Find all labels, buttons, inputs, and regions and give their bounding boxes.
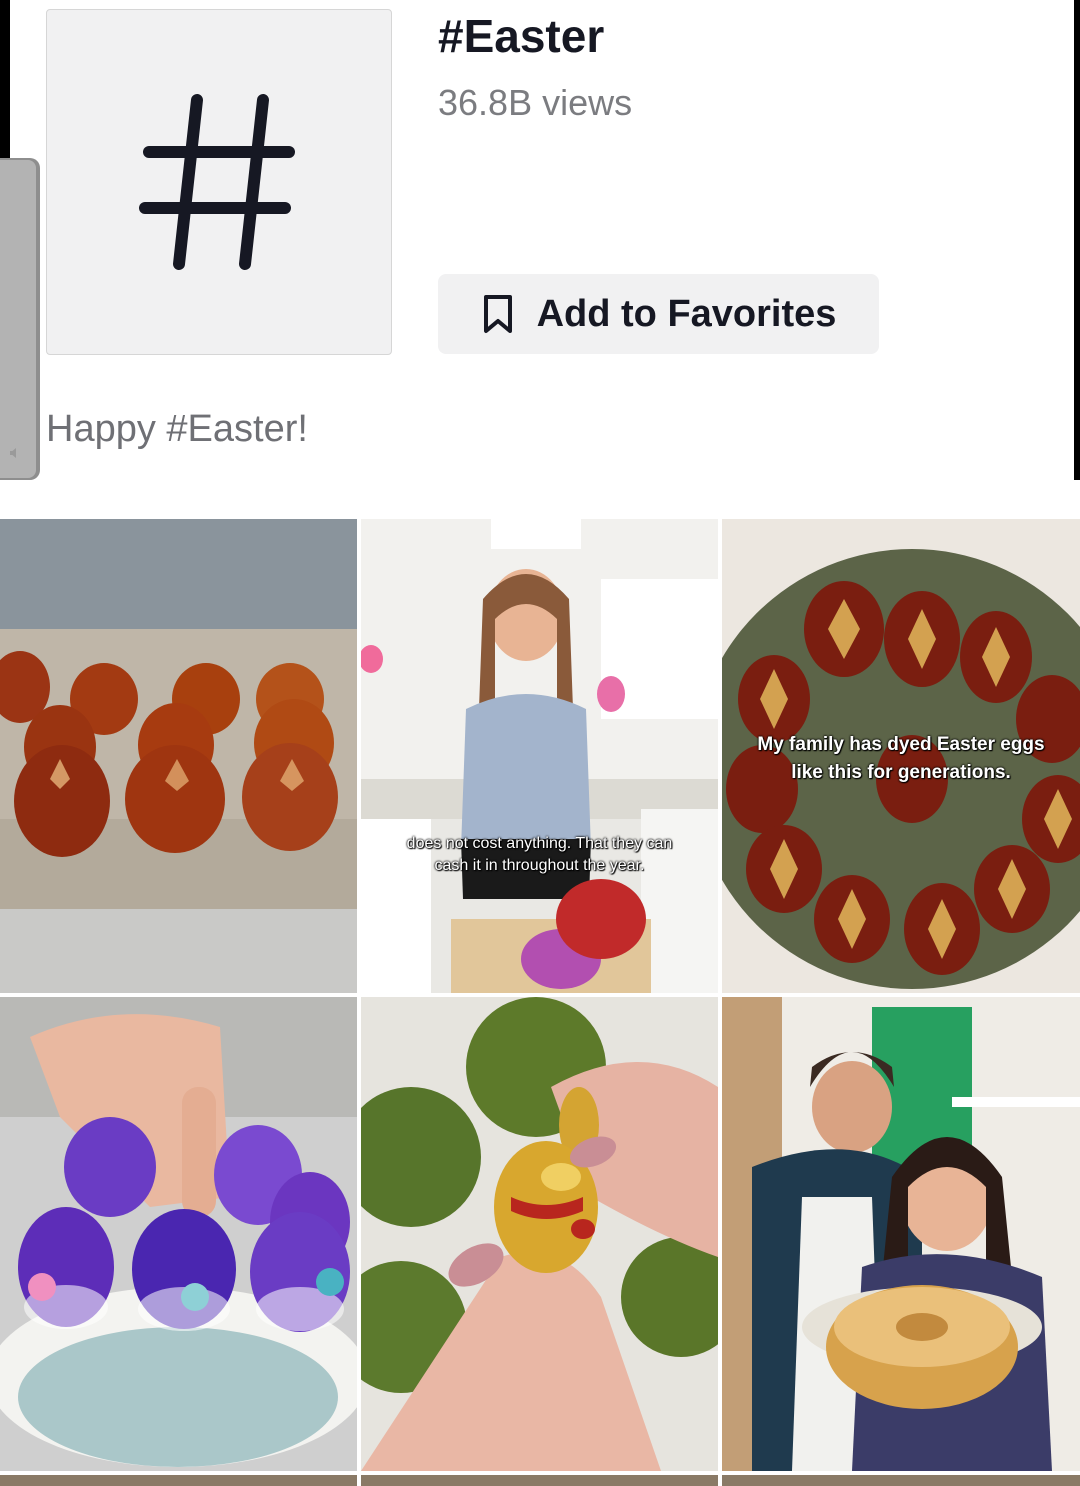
video-thumbnail[interactable] [722, 997, 1080, 1471]
video-caption: does not cost anything. That they can ca… [406, 835, 673, 874]
hashtag-avatar [46, 9, 392, 355]
video-thumbnail-image [0, 997, 357, 1471]
hashtag-title: #Easter [438, 10, 605, 62]
video-thumbnail-image [361, 519, 718, 993]
right-edge [1074, 0, 1080, 480]
video-grid: does not cost anything. That they can ca… [0, 519, 1080, 1471]
video-thumbnail[interactable] [0, 997, 357, 1471]
video-thumbnail-image [361, 997, 718, 1471]
video-thumbnail[interactable] [361, 997, 718, 1471]
video-caption: My family has dyed Easter eggs like this… [757, 734, 1045, 783]
add-to-favorites-button[interactable]: Add to Favorites [438, 274, 879, 354]
video-thumbnail-image [0, 519, 357, 993]
video-thumbnail[interactable] [0, 519, 357, 993]
video-thumbnail[interactable]: does not cost anything. That they can ca… [361, 519, 718, 993]
hashtag-description: Happy #Easter! [46, 408, 308, 450]
add-to-favorites-label: Add to Favorites [536, 292, 837, 335]
video-thumbnail[interactable]: My family has dyed Easter eggs like this… [722, 519, 1080, 993]
side-panel-handle-inner [0, 160, 36, 478]
view-count: 36.8B views [438, 82, 633, 123]
hashtag-icon [139, 94, 295, 270]
next-row-peek [0, 1475, 1080, 1486]
bookmark-icon [483, 295, 512, 333]
video-thumbnail-image [722, 997, 1080, 1471]
